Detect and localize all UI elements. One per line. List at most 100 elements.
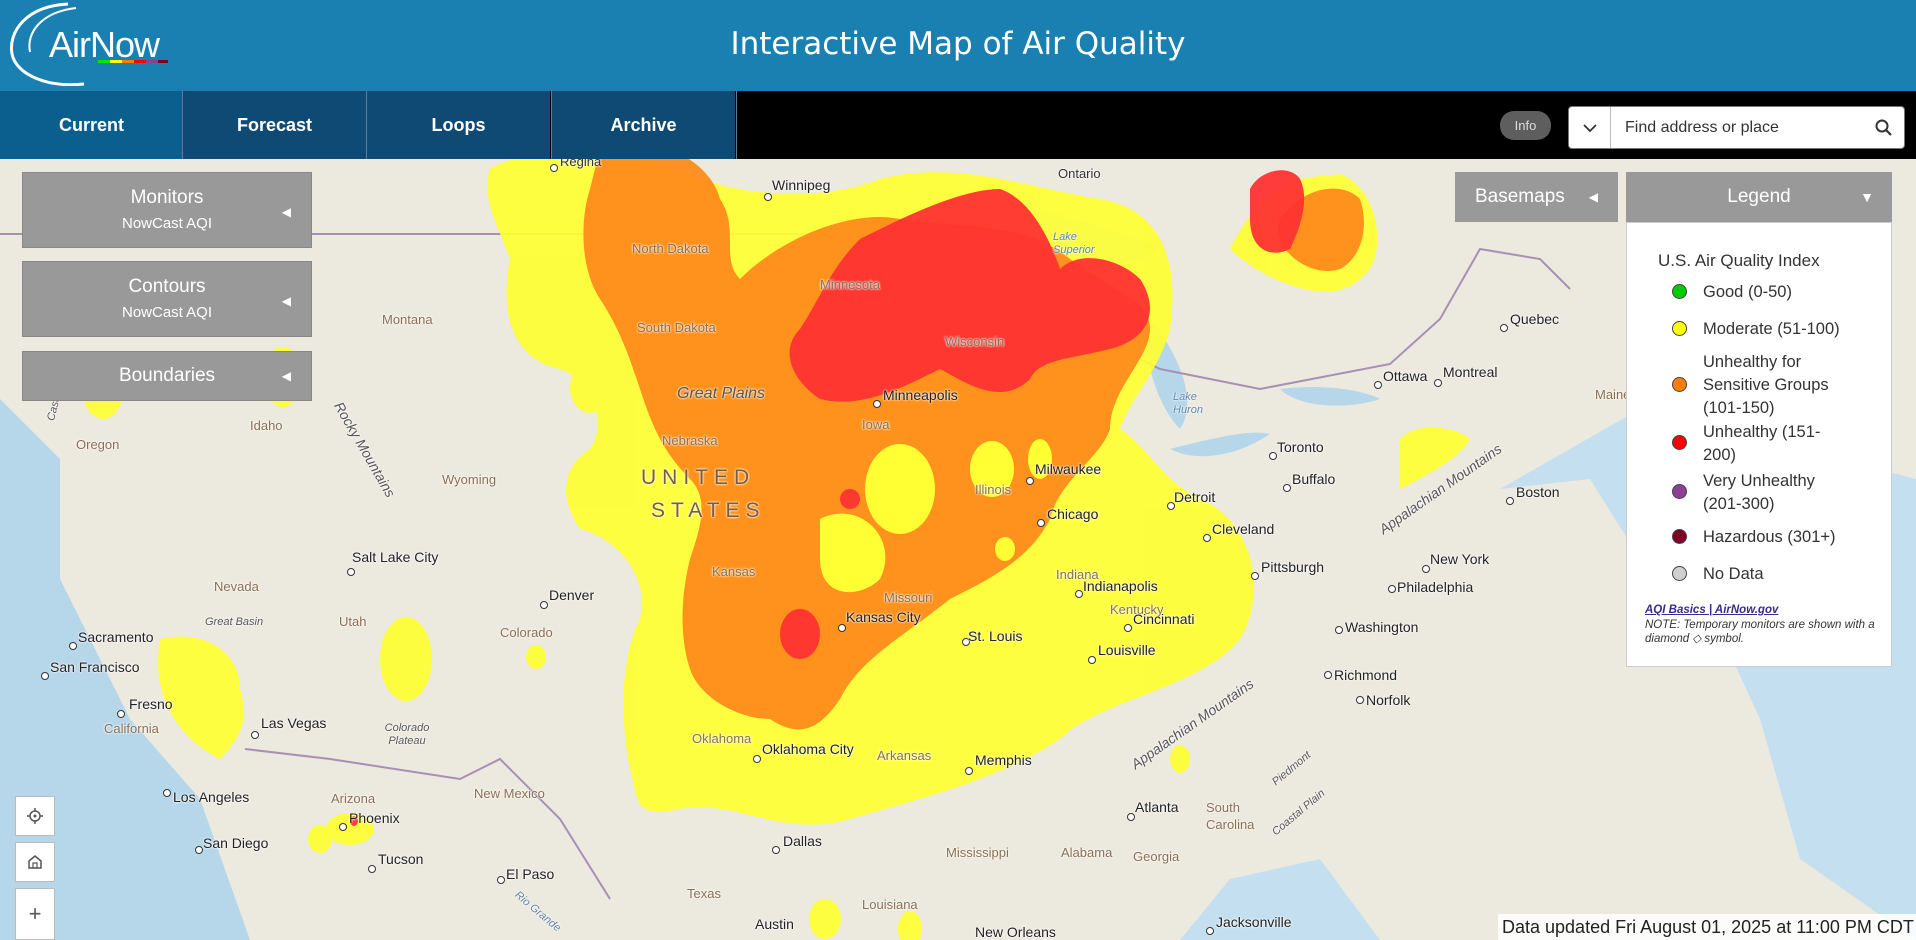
- city-dot: [117, 710, 125, 718]
- map-label-state: New Mexico: [474, 786, 545, 801]
- legend-item-label: Moderate (51-100): [1703, 320, 1840, 338]
- map-label-city: Kansas City: [846, 609, 921, 625]
- map-label-region: Great Basin: [205, 616, 264, 628]
- map-label-city: Buffalo: [1292, 471, 1336, 487]
- chevron-down-icon: [1582, 123, 1597, 132]
- map-label-state: Nevada: [214, 579, 259, 594]
- us-mexico-border: [244, 748, 611, 900]
- collapse-arrow-icon: ◀: [1588, 190, 1598, 204]
- tab-forecast[interactable]: Forecast: [183, 91, 366, 159]
- city-dot: [1026, 477, 1034, 485]
- map-label-city: Detroit: [1174, 489, 1216, 505]
- home-icon: [28, 855, 42, 869]
- map-label-city: Indianapolis: [1083, 578, 1158, 594]
- collapse-arrow-icon: ◀: [281, 369, 291, 383]
- map-label-state: Minnesota: [820, 277, 880, 292]
- map-label-state: Missouri: [884, 590, 933, 605]
- search-box[interactable]: Find address or place: [1568, 106, 1905, 149]
- city-dot: [497, 876, 505, 884]
- lake-erie: [1170, 432, 1270, 457]
- city-dot: [1127, 813, 1135, 821]
- map-label-city: New Orleans: [975, 924, 1056, 940]
- aqi-basics-link[interactable]: AQI Basics | AirNow.gov: [1645, 604, 1778, 616]
- map-label-city: Ottawa: [1383, 368, 1428, 384]
- search-source-dropdown[interactable]: [1569, 107, 1611, 148]
- map-label-city: Norfolk: [1366, 692, 1411, 708]
- city-dot: [195, 846, 203, 854]
- map-label-state: Ontario: [1058, 166, 1101, 181]
- map-label-city: Phoenix: [349, 810, 400, 826]
- city-dot: [1506, 497, 1514, 505]
- legend-swatch: [1672, 529, 1687, 544]
- city-dot: [1037, 519, 1045, 527]
- map-label-city: Philadelphia: [1397, 579, 1474, 595]
- map-label-region: Great Plains: [677, 385, 766, 402]
- legend-swatch: [1672, 284, 1687, 299]
- legend-header[interactable]: Legend ▼: [1626, 172, 1892, 222]
- legend-title: U.S. Air Quality Index: [1658, 251, 1820, 270]
- locate-button[interactable]: [15, 796, 55, 836]
- search-icon[interactable]: [1872, 116, 1896, 140]
- map-label-state: Nebraska: [662, 433, 718, 448]
- map-label-city: Denver: [549, 587, 595, 603]
- city-dot: [69, 642, 77, 650]
- city-dot: [1422, 565, 1430, 573]
- city-dot: [1269, 452, 1277, 460]
- info-button[interactable]: Info: [1500, 111, 1551, 140]
- tab-current[interactable]: Current: [0, 91, 183, 159]
- search-input[interactable]: Find address or place: [1625, 119, 1779, 137]
- map-label-city: Montreal: [1443, 364, 1498, 380]
- map-label-city: El Paso: [506, 866, 555, 882]
- legend-swatch: [1672, 377, 1687, 392]
- city-dot: [1374, 381, 1382, 389]
- city-dot: [873, 400, 881, 408]
- city-dot: [540, 601, 548, 609]
- map-label-city: Jacksonville: [1216, 914, 1292, 930]
- city-dot: [1356, 696, 1364, 704]
- map-label-city: Minneapolis: [883, 387, 958, 403]
- map-label-city: Quebec: [1510, 311, 1560, 327]
- map-label-city: Winnipeg: [772, 177, 831, 193]
- map-label-city: Chicago: [1047, 506, 1099, 522]
- city-dot: [1203, 534, 1211, 542]
- city-dot: [1388, 585, 1396, 593]
- map-label-city: Cleveland: [1212, 521, 1275, 537]
- collapse-arrow-icon: ◀: [281, 205, 291, 219]
- city-dot: [1324, 671, 1332, 679]
- map-label-state: Illinois: [975, 482, 1012, 497]
- map-label-state: Iowa: [862, 417, 890, 432]
- boundaries-panel[interactable]: Boundaries ◀: [22, 351, 312, 401]
- tab-archive[interactable]: Archive: [552, 91, 735, 159]
- map-label-city: Austin: [755, 916, 794, 932]
- legend-item-label: Hazardous (301+): [1703, 528, 1836, 546]
- tab-loops[interactable]: Loops: [367, 91, 550, 159]
- map-label-state: Wisconsin: [945, 334, 1005, 349]
- city-dot: [251, 731, 259, 739]
- city-dot: [1283, 484, 1291, 492]
- map-label-city: Salt Lake City: [352, 549, 439, 565]
- map-label-state: Kansas: [712, 564, 756, 579]
- collapse-arrow-icon: ◀: [281, 294, 291, 308]
- map-label-state: Wyoming: [442, 472, 497, 487]
- zoom-in-button[interactable]: +: [15, 888, 55, 940]
- city-dot: [339, 823, 347, 831]
- map-label-city: Regina: [560, 159, 602, 169]
- monitors-panel[interactable]: Monitors NowCast AQI ◀: [22, 172, 312, 248]
- boundaries-title: Boundaries: [118, 365, 216, 386]
- legend-swatch: [1672, 484, 1687, 499]
- city-dot: [1124, 624, 1132, 632]
- map-label-country: UNITED: [641, 466, 756, 489]
- city-dot: [1251, 572, 1259, 580]
- map-label-region: Colorado Plateau: [384, 722, 430, 747]
- map-label-city: Dallas: [783, 833, 822, 849]
- legend-swatch: [1672, 321, 1687, 336]
- map-label-city: Boston: [1516, 484, 1560, 500]
- basemaps-button[interactable]: Basemaps ◀: [1455, 172, 1618, 222]
- home-button[interactable]: [15, 842, 55, 882]
- legend-item-label: Very Unhealthy (201-300): [1703, 472, 1815, 513]
- contours-panel[interactable]: Contours NowCast AQI ◀: [22, 261, 312, 337]
- city-dot: [41, 672, 49, 680]
- legend-item-label: Unhealthy (151-200): [1703, 423, 1821, 464]
- locate-icon: [27, 808, 43, 824]
- city-dot: [368, 865, 376, 873]
